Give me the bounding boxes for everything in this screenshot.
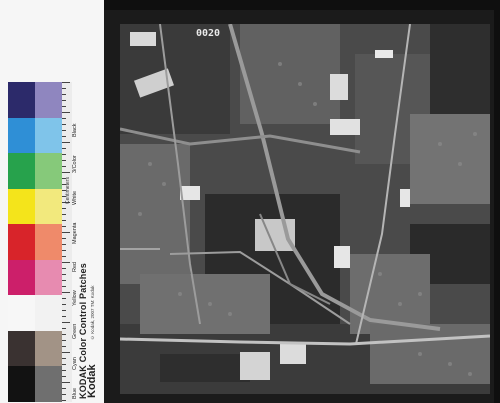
patch-label: Red — [72, 262, 78, 273]
color-patch — [8, 224, 35, 260]
color-patch — [8, 153, 35, 189]
patch-label: Green — [72, 323, 78, 340]
color-patch — [8, 82, 35, 118]
ruler-tick — [62, 370, 66, 371]
ruler-tick — [62, 310, 66, 311]
color-patch — [35, 224, 62, 260]
ruler-tick — [62, 364, 66, 365]
ruler-tick — [62, 394, 66, 395]
patch-label: Cyan — [72, 357, 78, 370]
ruler-tick — [62, 388, 66, 389]
ruler-tick — [62, 226, 66, 227]
ruler-tick — [62, 214, 66, 215]
ruler-tick — [62, 286, 66, 287]
color-patch — [8, 366, 35, 402]
patch-label: White — [72, 190, 78, 205]
patch-label: Blue — [72, 387, 78, 399]
ruler-tick — [62, 250, 66, 251]
ruler-tick — [62, 400, 66, 401]
ruler-tick — [62, 328, 66, 329]
aerial-photo-icon — [120, 24, 490, 394]
ruler-tick — [62, 238, 66, 239]
ruler-tick — [62, 298, 66, 299]
color-patch — [8, 259, 35, 296]
ruler-tick — [62, 82, 70, 83]
ruler-tick — [62, 220, 66, 221]
small-print: © Kodak, 2007 TM: Kodak — [90, 285, 95, 340]
ruler-tick — [62, 232, 70, 233]
ruler-tick — [62, 304, 66, 305]
ruler-tick — [62, 346, 66, 347]
color-patch — [35, 295, 62, 331]
color-patch — [35, 188, 62, 225]
ruler-tick — [62, 262, 70, 263]
ruler-tick — [62, 334, 66, 335]
ruler-tick — [62, 358, 66, 359]
patch-label: 3/Color — [72, 154, 78, 173]
ruler-tick — [62, 292, 70, 293]
patch-label: Yellow — [72, 290, 78, 306]
patch-labels: Blue Cyan Green Yellow Red Magenta White 3/Colo… — [72, 84, 80, 399]
color-patch — [8, 188, 35, 225]
color-patch — [35, 366, 62, 402]
kodak-color-card: Centimeters KODAK Color Control Patches … — [0, 0, 104, 403]
color-patch — [8, 330, 35, 367]
ruler-tick — [62, 208, 66, 209]
ruler-tick — [62, 340, 66, 341]
color-patch — [35, 117, 62, 154]
ruler-tick — [62, 316, 66, 317]
color-patch-grid — [8, 82, 62, 402]
ruler-tick — [62, 244, 66, 245]
ruler-tick — [62, 256, 66, 257]
color-patch — [35, 259, 62, 296]
ruler-tick — [62, 382, 70, 383]
ruler-tick — [62, 376, 66, 377]
ruler-tick — [62, 280, 66, 281]
ruler-tick — [62, 274, 66, 275]
frame-number: 0020 — [196, 28, 221, 39]
color-patch — [8, 117, 35, 154]
color-patch — [35, 153, 62, 189]
color-patch — [35, 330, 62, 367]
patch-label: Black — [72, 123, 78, 137]
ruler-tick — [62, 322, 70, 323]
color-patch — [35, 82, 62, 118]
kodak-brand: Kodak — [86, 364, 98, 398]
ruler-tick — [62, 352, 70, 353]
ruler-tick — [62, 268, 66, 269]
patch-label: Magenta — [72, 222, 78, 245]
color-patch — [8, 295, 35, 331]
aerial-photograph — [120, 24, 490, 394]
